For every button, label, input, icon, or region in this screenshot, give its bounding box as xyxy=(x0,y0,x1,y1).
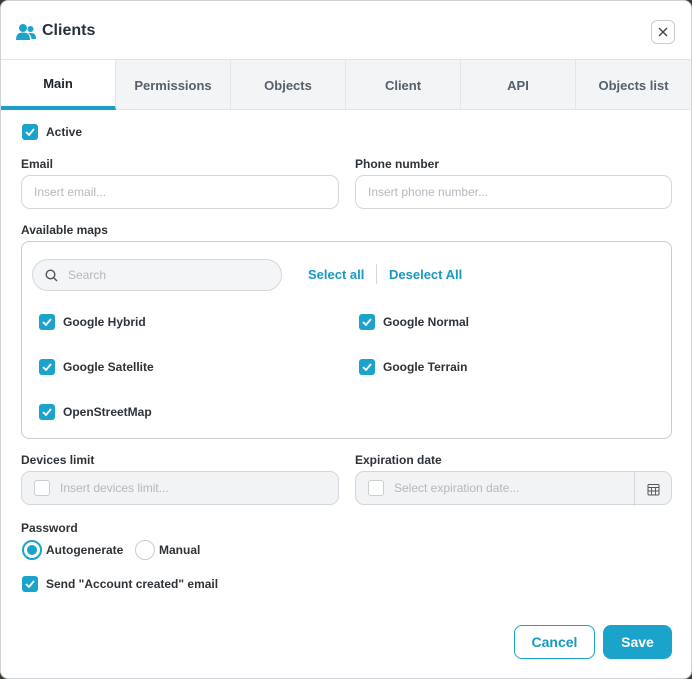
devices-limit-field: Insert devices limit... xyxy=(21,471,339,505)
select-all-link[interactable]: Select all xyxy=(308,267,364,282)
check-icon xyxy=(25,580,35,588)
send-email-checkbox-row[interactable]: Send "Account created" email xyxy=(22,576,218,592)
map-option-google-hybrid[interactable]: Google Hybrid xyxy=(39,314,146,330)
manual-label: Manual xyxy=(159,543,201,557)
email-label: Email xyxy=(21,157,54,171)
send-email-checkbox[interactable] xyxy=(22,576,38,592)
cancel-button[interactable]: Cancel xyxy=(514,625,595,659)
tab-bar: Main Permissions Objects Client API Obje… xyxy=(1,60,691,110)
map-checkbox[interactable] xyxy=(39,404,55,420)
expiration-date-placeholder: Select expiration date... xyxy=(394,481,520,495)
phone-label: Phone number xyxy=(355,157,440,171)
map-label: Google Satellite xyxy=(63,360,154,374)
map-label: OpenStreetMap xyxy=(63,405,152,419)
search-icon xyxy=(45,268,58,281)
devices-limit-label: Devices limit xyxy=(21,453,95,467)
phone-input[interactable] xyxy=(355,175,672,209)
active-checkbox[interactable] xyxy=(22,124,38,140)
check-icon xyxy=(42,408,52,416)
email-input[interactable] xyxy=(21,175,339,209)
check-icon xyxy=(25,128,35,136)
devices-limit-placeholder: Insert devices limit... xyxy=(60,481,169,495)
check-icon xyxy=(42,363,52,371)
tab-api[interactable]: API xyxy=(461,60,576,110)
map-option-google-normal[interactable]: Google Normal xyxy=(359,314,469,330)
map-checkbox[interactable] xyxy=(359,314,375,330)
save-button[interactable]: Save xyxy=(603,625,672,659)
map-option-google-terrain[interactable]: Google Terrain xyxy=(359,359,467,375)
map-option-google-satellite[interactable]: Google Satellite xyxy=(39,359,154,375)
map-label: Google Terrain xyxy=(383,360,468,374)
check-icon xyxy=(362,318,372,326)
map-label: Google Normal xyxy=(383,315,470,329)
map-option-openstreetmap[interactable]: OpenStreetMap xyxy=(39,404,152,420)
maps-search[interactable] xyxy=(32,259,282,291)
map-label: Google Hybrid xyxy=(63,315,146,329)
password-autogenerate-option[interactable]: Autogenerate xyxy=(22,540,123,560)
tab-objects[interactable]: Objects xyxy=(231,60,346,110)
users-icon xyxy=(16,24,36,40)
password-manual-option[interactable]: Manual xyxy=(135,540,200,560)
deselect-all-link[interactable]: Deselect All xyxy=(389,267,462,282)
autogenerate-label: Autogenerate xyxy=(46,543,124,557)
password-label: Password xyxy=(21,521,78,535)
close-button[interactable] xyxy=(651,20,675,44)
check-icon xyxy=(362,363,372,371)
clients-dialog: Clients Main Permissions Objects Client … xyxy=(0,0,692,679)
tab-main[interactable]: Main xyxy=(1,60,116,110)
devices-limit-checkbox[interactable] xyxy=(34,480,50,496)
maps-search-input[interactable] xyxy=(68,268,258,282)
links-divider xyxy=(376,264,377,284)
calendar-icon xyxy=(647,483,659,495)
tab-permissions[interactable]: Permissions xyxy=(116,60,231,110)
available-maps-label: Available maps xyxy=(21,223,108,237)
check-icon xyxy=(42,318,52,326)
tab-client[interactable]: Client xyxy=(346,60,461,110)
map-checkbox[interactable] xyxy=(39,314,55,330)
expiration-date-label: Expiration date xyxy=(355,453,442,467)
send-email-label: Send "Account created" email xyxy=(46,577,219,591)
manual-radio[interactable] xyxy=(135,540,155,560)
dialog-header: Clients xyxy=(1,1,691,60)
expiration-date-checkbox[interactable] xyxy=(368,480,384,496)
calendar-button[interactable] xyxy=(634,472,671,506)
autogenerate-radio[interactable] xyxy=(22,540,42,560)
map-checkbox[interactable] xyxy=(359,359,375,375)
available-maps-box: Select all Deselect All Google Hybrid Go… xyxy=(21,241,672,439)
dialog-title: Clients xyxy=(42,22,96,39)
tab-objects-list[interactable]: Objects list xyxy=(576,60,691,110)
expiration-date-field: Select expiration date... xyxy=(355,471,672,505)
active-label: Active xyxy=(46,125,83,139)
active-checkbox-row[interactable]: Active xyxy=(22,124,82,140)
map-checkbox[interactable] xyxy=(39,359,55,375)
close-icon xyxy=(658,27,668,37)
